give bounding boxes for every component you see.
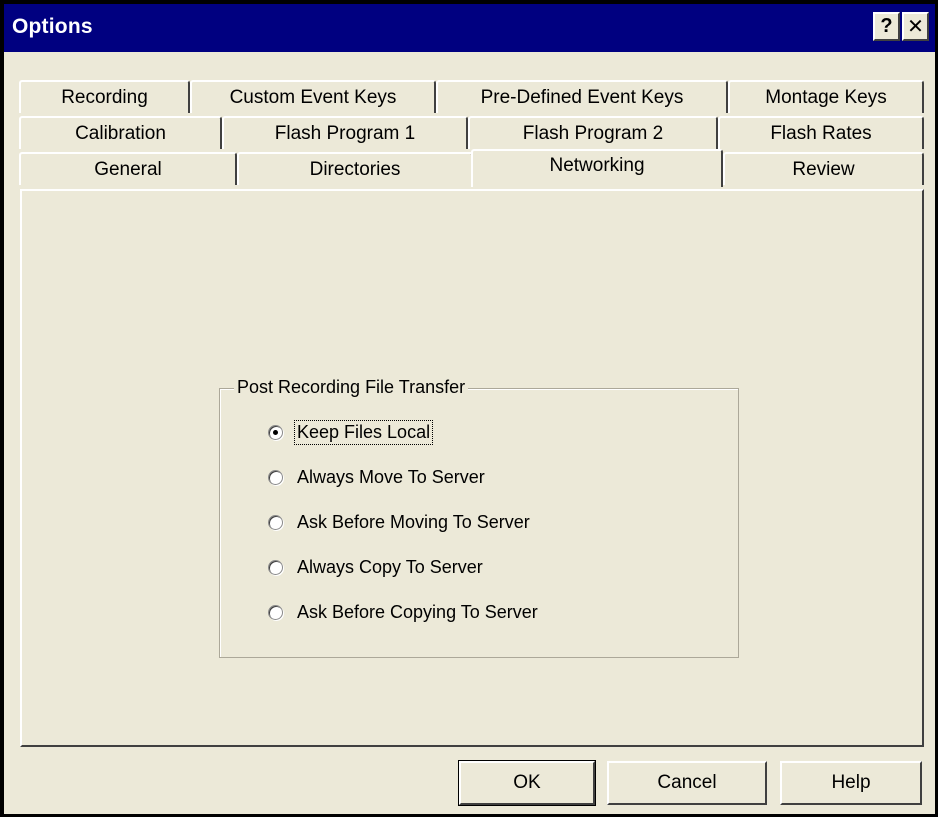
radio-always-copy-to-server[interactable]: Always Copy To Server (268, 554, 485, 580)
radio-label: Keep Files Local (293, 419, 434, 445)
tab-calibration[interactable]: Calibration (19, 116, 222, 149)
tab-networking[interactable]: Networking (471, 149, 723, 187)
radio-ask-before-copying-to-server[interactable]: Ask Before Copying To Server (268, 599, 540, 625)
radio-unchecked-icon[interactable] (268, 559, 283, 575)
networking-tab-panel: Post Recording File Transfer Keep Files … (20, 189, 924, 747)
tab-flash-program-1[interactable]: Flash Program 1 (222, 116, 468, 149)
radio-always-move-to-server[interactable]: Always Move To Server (268, 464, 487, 490)
radio-unchecked-icon[interactable] (268, 604, 283, 620)
help-button[interactable]: Help (780, 761, 922, 805)
help-icon[interactable]: ? (873, 12, 900, 41)
tab-flash-program-2[interactable]: Flash Program 2 (468, 116, 718, 149)
window-title: Options (12, 15, 93, 38)
tab-flash-rates[interactable]: Flash Rates (718, 116, 924, 149)
tab-recording[interactable]: Recording (19, 80, 190, 113)
post-recording-file-transfer-group: Post Recording File Transfer Keep Files … (219, 377, 739, 658)
tab-directories[interactable]: Directories (237, 152, 473, 185)
radio-keep-files-local[interactable]: Keep Files Local (268, 419, 434, 445)
cancel-button[interactable]: Cancel (607, 761, 767, 805)
tab-custom-event-keys[interactable]: Custom Event Keys (190, 80, 436, 113)
radio-checked-icon[interactable] (268, 424, 283, 440)
radio-unchecked-icon[interactable] (268, 469, 283, 485)
ok-button[interactable]: OK (458, 760, 596, 806)
radio-label: Always Move To Server (297, 466, 485, 487)
group-label: Post Recording File Transfer (234, 377, 469, 398)
tab-pre-defined-event-keys[interactable]: Pre-Defined Event Keys (436, 80, 728, 113)
close-icon[interactable]: ✕ (902, 12, 929, 41)
radio-label: Ask Before Copying To Server (297, 601, 538, 622)
radio-ask-before-moving-to-server[interactable]: Ask Before Moving To Server (268, 509, 532, 535)
tab-review[interactable]: Review (723, 152, 924, 185)
radio-label: Always Copy To Server (297, 556, 483, 577)
radio-label: Ask Before Moving To Server (297, 511, 530, 532)
tab-montage-keys[interactable]: Montage Keys (728, 80, 924, 113)
title-bar[interactable]: Options ? ✕ (4, 4, 935, 52)
options-dialog: Options ? ✕ Recording Custom Event Keys … (4, 4, 935, 814)
radio-unchecked-icon[interactable] (268, 514, 283, 530)
tab-general[interactable]: General (19, 152, 237, 185)
